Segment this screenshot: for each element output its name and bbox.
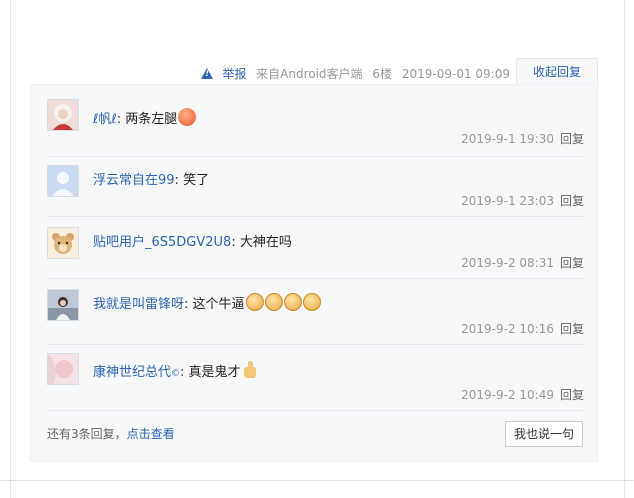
reply-time: 2019-9-2 10:16: [461, 322, 554, 336]
report-label: 举报: [222, 67, 247, 81]
default-user-icon: [48, 166, 78, 196]
divider: [47, 344, 584, 345]
list-item: 我就是叫雷锋呀: 这个牛逼 2019-9-2 10:16 回复: [47, 289, 584, 345]
warning-icon: [201, 68, 214, 79]
reply-meta: 2019-9-1 23:03 回复: [461, 192, 584, 209]
reply-username[interactable]: ℓ帆ℓ: [93, 112, 117, 127]
reply-time: 2019-9-2 10:49: [461, 388, 554, 402]
divider: [47, 278, 584, 279]
red-face-emoji-icon: [178, 108, 197, 126]
list-item: 浮云常自在99: 笑了 2019-9-1 23:03 回复: [47, 165, 584, 217]
colon: :: [116, 112, 126, 127]
reply-button[interactable]: 回复: [560, 322, 584, 336]
avatar[interactable]: [47, 353, 79, 385]
divider: [47, 156, 584, 157]
reply-username[interactable]: 浮云常自在99: [93, 173, 175, 188]
user-badge-icon: ©: [171, 369, 181, 379]
angry-face-emoji-icon: [264, 293, 283, 311]
pink-girl-avatar-icon: [48, 354, 78, 384]
avatar[interactable]: [47, 227, 79, 259]
list-item: 贴吧用户_6S5DGV2U8: 大神在吗 2019-9-2 08:31 回复: [47, 227, 584, 279]
angry-face-emoji-icon: [302, 293, 321, 311]
collapse-replies-button[interactable]: 收起回复: [516, 58, 598, 84]
reply-button[interactable]: 回复: [560, 194, 584, 208]
reply-username[interactable]: 我就是叫雷锋呀: [93, 297, 184, 312]
bear-avatar-icon: [48, 228, 78, 258]
list-item: 康神世纪总代©: 真是鬼才 2019-9-2 10:49 回复: [47, 353, 584, 411]
reply-text: 两条左腿: [125, 112, 178, 127]
colon: :: [180, 365, 189, 380]
colon: :: [184, 297, 193, 312]
thumbs-up-emoji-icon: [242, 361, 258, 379]
report-link[interactable]: 举报: [201, 67, 246, 81]
reply-meta: 2019-9-1 19:30 回复: [461, 130, 584, 147]
view-more-link[interactable]: 点击查看: [127, 427, 175, 441]
page-left-border: [10, 0, 11, 498]
reply-time: 2019-9-2 08:31: [461, 256, 554, 270]
reply-content: 贴吧用户_6S5DGV2U8: 大神在吗: [93, 231, 292, 250]
post-meta-info: 举报 来自Android客户端 6楼 2019-09-01 09:09: [201, 65, 510, 82]
post-floor: 6楼: [372, 67, 393, 81]
reply-meta: 2019-9-2 10:49 回复: [461, 386, 584, 403]
avatar-girl-white-hair-icon: [48, 100, 78, 130]
avatar[interactable]: [47, 289, 79, 321]
post-meta-bar: 举报 来自Android客户端 6楼 2019-09-01 09:09 收起回复: [30, 58, 598, 84]
colon: :: [174, 173, 184, 188]
reply-username[interactable]: 贴吧用户_6S5DGV2U8: [93, 235, 231, 250]
reply-meta: 2019-9-2 10:16 回复: [461, 320, 584, 337]
divider: [47, 410, 584, 411]
reply-text: 大神在吗: [239, 235, 292, 250]
post-source: 来自Android客户端: [256, 67, 363, 81]
page-right-border: [624, 0, 625, 498]
page-bottom-divider: [0, 480, 634, 481]
reply-content: 浮云常自在99: 笑了: [93, 169, 209, 188]
reply-time: 2019-9-1 23:03: [461, 194, 554, 208]
reply-text: 真是鬼才: [188, 365, 241, 380]
reply-time: 2019-9-1 19:30: [461, 132, 554, 146]
reply-content: ℓ帆ℓ: 两条左腿: [93, 108, 197, 127]
add-reply-button[interactable]: 我也说一句: [505, 421, 583, 447]
reply-text: 笑了: [183, 173, 210, 188]
reply-username[interactable]: 康神世纪总代: [93, 365, 171, 380]
avatar[interactable]: [47, 165, 79, 197]
reply-content: 我就是叫雷锋呀: 这个牛逼: [93, 293, 321, 312]
reply-button[interactable]: 回复: [560, 388, 584, 402]
list-item: ℓ帆ℓ: 两条左腿 2019-9-1 19:30 回复: [47, 99, 584, 157]
photo-avatar-icon: [48, 290, 78, 320]
reply-button[interactable]: 回复: [560, 256, 584, 270]
reply-list-panel: ℓ帆ℓ: 两条左腿 2019-9-1 19:30 回复 浮云常自在99: 笑了 2…: [30, 84, 598, 462]
divider: [47, 216, 584, 217]
reply-meta: 2019-9-2 08:31 回复: [461, 254, 584, 271]
angry-face-emoji-icon: [283, 293, 302, 311]
more-replies-count: 还有3条回复，: [47, 427, 127, 441]
reply-content: 康神世纪总代©: 真是鬼才: [93, 361, 258, 380]
reply-button[interactable]: 回复: [560, 132, 584, 146]
post-datetime: 2019-09-01 09:09: [401, 67, 510, 81]
reply-text: 这个牛逼: [192, 297, 245, 312]
avatar[interactable]: [47, 99, 79, 131]
colon: :: [231, 235, 240, 250]
angry-face-emoji-icon: [245, 293, 264, 311]
more-replies-text: 还有3条回复，点击查看: [47, 425, 175, 442]
